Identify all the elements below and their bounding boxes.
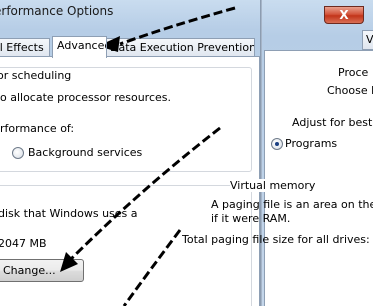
tab-visual-effects[interactable]: al Effects	[0, 38, 50, 57]
tab-strip: al Effects Advanced Data Execution Preve…	[0, 36, 262, 58]
background-services-label[interactable]: Background services	[28, 146, 142, 159]
tab-visual-right[interactable]: Vi	[362, 30, 373, 50]
total-paging-size-text: Total paging file size for all drives:	[182, 233, 370, 246]
processor-heading: Proce	[338, 66, 369, 79]
background-services-radio[interactable]	[12, 147, 24, 159]
scheduling-heading: or scheduling	[0, 69, 74, 82]
close-button[interactable]: X	[324, 6, 364, 24]
tab-advanced[interactable]: Advanced	[52, 36, 107, 58]
performance-options-dialog-right: X Vi	[262, 0, 373, 306]
programs-label[interactable]: Programs	[285, 137, 337, 150]
virtual-memory-description: disk that Windows uses a	[0, 207, 138, 220]
performance-options-dialog-left: erformance Options al Effects Advanced D…	[0, 0, 262, 306]
performance-label: rformance of:	[0, 122, 75, 135]
programs-radio[interactable]	[271, 138, 283, 150]
virtual-memory-heading: Virtual memory	[230, 179, 316, 192]
processor-text: Choose h	[327, 84, 373, 97]
change-button[interactable]: Change...	[0, 259, 84, 282]
adjust-text: Adjust for best p	[292, 116, 373, 129]
tab-data-execution-prevention[interactable]: Data Execution Prevention	[105, 38, 255, 57]
paging-file-text-2: if it were RAM.	[211, 212, 291, 225]
scheduling-description: o allocate processor resources.	[0, 91, 171, 104]
advanced-tab-panel: or scheduling o allocate processor resou…	[0, 56, 260, 306]
dialog-title: erformance Options	[0, 4, 114, 18]
virtual-memory-size: 2047 MB	[0, 237, 47, 250]
paging-file-text-1: A paging file is an area on the har	[211, 198, 373, 211]
